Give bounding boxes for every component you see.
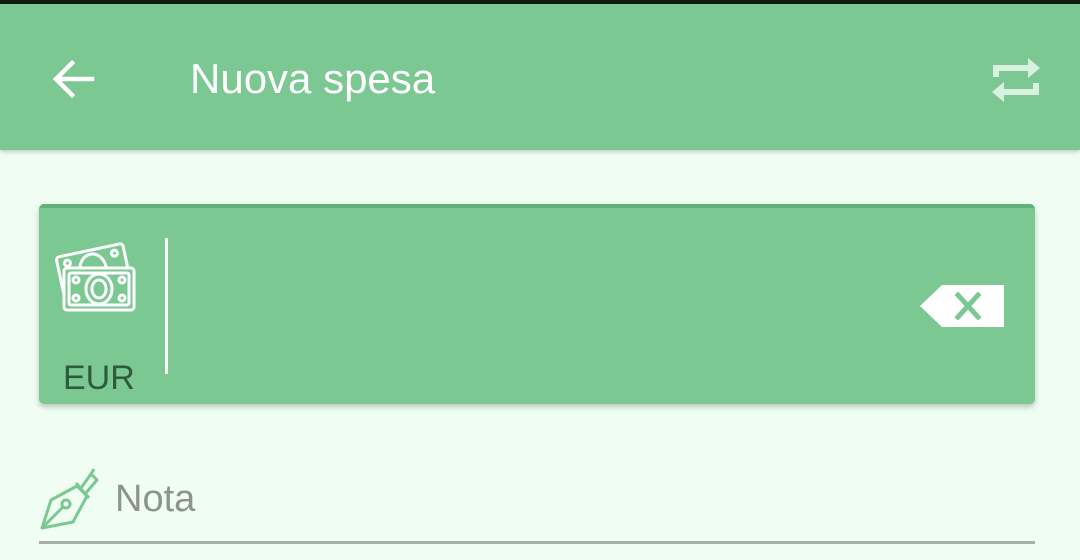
currency-code: EUR bbox=[63, 359, 135, 397]
amount-card: EUR bbox=[39, 204, 1035, 404]
back-button[interactable] bbox=[44, 49, 104, 109]
arrow-back-icon bbox=[52, 59, 95, 99]
text-cursor bbox=[165, 238, 168, 374]
app-bar: Nuova spesa bbox=[0, 4, 1080, 150]
fountain-pen-icon bbox=[40, 468, 99, 530]
note-field[interactable]: Nota bbox=[39, 460, 1035, 546]
currency-selector[interactable]: EUR bbox=[39, 208, 159, 404]
repeat-icon bbox=[992, 58, 1040, 102]
note-underline bbox=[39, 541, 1035, 544]
banknotes-icon bbox=[55, 242, 136, 312]
repeat-button[interactable] bbox=[984, 48, 1048, 112]
amount-input[interactable] bbox=[164, 238, 904, 378]
backspace-button[interactable] bbox=[917, 282, 1007, 330]
note-placeholder: Nota bbox=[115, 478, 196, 520]
backspace-icon bbox=[920, 285, 1004, 327]
page-title: Nuova spesa bbox=[190, 55, 436, 102]
